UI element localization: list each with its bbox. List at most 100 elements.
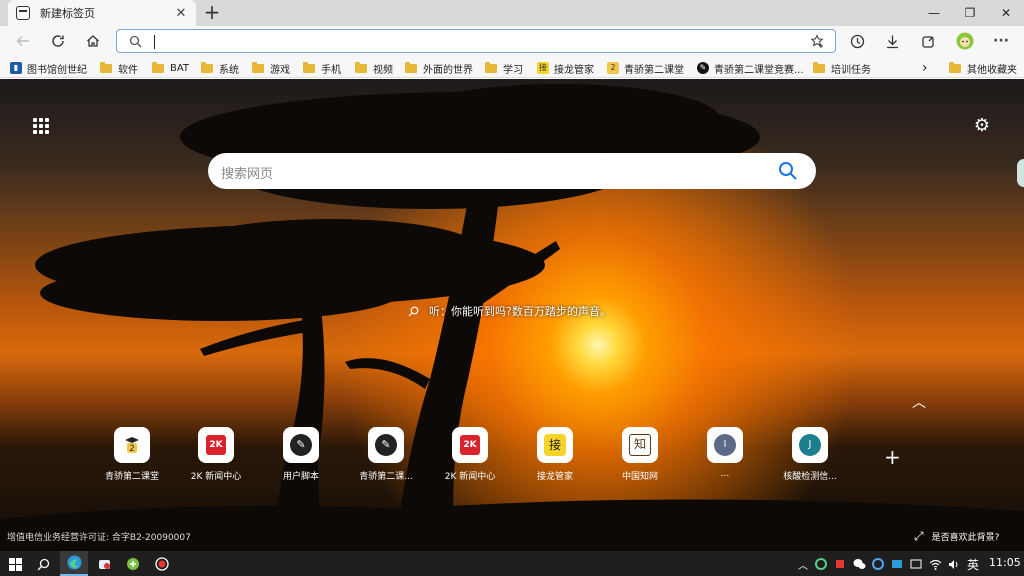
tray-app-icon[interactable] <box>868 554 888 574</box>
tray-app-icon[interactable] <box>811 554 831 574</box>
settings-gear-icon[interactable]: ⚙ <box>972 116 992 136</box>
profile-avatar-icon[interactable] <box>955 31 975 51</box>
new-tab-page-icon <box>16 6 30 20</box>
quick-link-tile[interactable]: 2K 2K 新闻中心 <box>180 427 252 482</box>
windows-taskbar: ︿ 英 11:05 <box>0 551 1024 576</box>
letter-j-icon: J <box>792 427 828 463</box>
bookmark-folder[interactable]: 学习 <box>485 60 523 76</box>
bookmark-item[interactable]: 2 青骄第二课堂 <box>607 60 684 76</box>
tray-app-icon[interactable] <box>887 554 907 574</box>
bookmark-folder[interactable]: BAT <box>152 60 189 76</box>
search-icon <box>129 35 142 48</box>
folder-icon <box>813 61 825 73</box>
new-tab-page-background: ⚙ 搜索网页 听：你能听到吗?数百万踏步的声音。 ︿ 2 青骄第二课堂 2K 2… <box>0 79 1024 551</box>
quick-link-tile[interactable]: 接 接龙管家 <box>519 427 591 482</box>
tab-title: 新建标签页 <box>40 7 95 20</box>
bookmark-label: 接龙管家 <box>554 64 594 76</box>
more-menu-icon[interactable]: ··· <box>991 31 1011 51</box>
bookmark-folder[interactable]: 手机 <box>303 60 341 76</box>
recorder-taskbar-icon[interactable] <box>152 554 172 574</box>
bookmarks-overflow-chevron-icon[interactable]: › <box>922 60 928 76</box>
folder-icon <box>485 61 497 73</box>
tab-close-icon[interactable]: ✕ <box>174 6 188 21</box>
add-shortcut-button[interactable]: + <box>884 445 901 469</box>
like-background-button[interactable]: ⤢ 是否喜欢此背景? <box>914 529 999 544</box>
text-caret <box>154 35 155 49</box>
download-icon[interactable] <box>882 31 902 51</box>
quick-link-tile[interactable]: ✎ 青骄第二课... <box>350 427 422 482</box>
search-icon[interactable] <box>778 161 798 181</box>
history-icon[interactable] <box>847 31 867 51</box>
script-icon: ✎ <box>697 62 709 74</box>
quick-link-tile[interactable]: 2 青骄第二课堂 <box>96 427 168 482</box>
bookmark-label: 手机 <box>321 64 341 76</box>
tab-new-tab[interactable]: 新建标签页 ✕ <box>8 0 196 26</box>
svg-text:2: 2 <box>129 444 135 454</box>
address-input[interactable] <box>153 32 793 50</box>
folder-icon <box>100 61 112 73</box>
back-icon[interactable] <box>13 31 33 51</box>
tray-app-icon[interactable] <box>830 554 850 574</box>
bookmark-label: 学习 <box>503 64 523 76</box>
background-caption[interactable]: 听：你能听到吗?数百万踏步的声音。 <box>408 303 611 319</box>
folder-icon <box>303 61 315 73</box>
minimize-button[interactable]: — <box>916 0 952 26</box>
bookmark-item[interactable]: ✎ 青骄第二课堂竞赛... <box>697 60 804 76</box>
qingjiao-icon: 2 <box>114 427 150 463</box>
quick-link-tile[interactable]: J 核酸检测信... <box>774 427 846 482</box>
other-bookmarks-folder[interactable]: 其他收藏夹 <box>949 60 1017 76</box>
new-tab-button[interactable]: + <box>202 2 222 22</box>
extensions-icon[interactable] <box>918 31 938 51</box>
bookmark-label: 系统 <box>219 64 239 76</box>
2k-icon: 2K <box>452 427 488 463</box>
volume-icon[interactable] <box>944 554 964 574</box>
expand-icon: ⤢ <box>914 529 924 543</box>
bookmark-item[interactable]: 接 接龙管家 <box>537 60 594 76</box>
address-bar[interactable] <box>116 29 836 53</box>
wifi-icon[interactable] <box>925 554 945 574</box>
bookmark-label: 外面的世界 <box>423 64 473 76</box>
bookmark-folder[interactable]: 软件 <box>100 60 138 76</box>
letter-i-icon: I <box>707 427 743 463</box>
web-search-placeholder: 搜索网页 <box>221 167 274 182</box>
bookmark-folder[interactable]: 视频 <box>355 60 393 76</box>
bookmark-folder[interactable]: 游戏 <box>252 60 290 76</box>
home-icon[interactable] <box>83 31 103 51</box>
license-text[interactable]: 增值电信业务经营许可证: 合字B2-20090007 <box>7 530 191 543</box>
taskbar-search-icon[interactable] <box>33 554 53 574</box>
bookmark-label: 其他收藏夹 <box>967 64 1017 76</box>
quick-link-tile[interactable]: 2K 2K 新闻中心 <box>434 427 506 482</box>
bookmark-folder[interactable]: 外面的世界 <box>405 60 473 76</box>
add-favorite-icon[interactable] <box>810 34 825 49</box>
apps-grid-icon[interactable] <box>33 118 49 134</box>
bookmark-label: 软件 <box>118 64 138 76</box>
bookmark-folder[interactable]: 系统 <box>201 60 239 76</box>
tile-label: 2K 新闻中心 <box>444 472 496 482</box>
quick-link-tile[interactable]: ✎ 用户脚本 <box>265 427 337 482</box>
windows-start-icon[interactable] <box>5 554 25 574</box>
quick-link-tile[interactable]: I ... <box>689 427 761 479</box>
sidebar-handle[interactable] <box>1017 159 1024 187</box>
close-window-button[interactable]: ✕ <box>988 0 1024 26</box>
edge-taskbar-icon[interactable] <box>60 551 88 576</box>
chevron-up-icon[interactable]: ︿ <box>912 392 926 412</box>
app-taskbar-icon[interactable] <box>94 554 114 574</box>
refresh-icon[interactable] <box>48 31 68 51</box>
jielong-icon: 接 <box>537 427 573 463</box>
library-icon: ▮ <box>10 62 22 74</box>
clock[interactable]: 11:05 <box>989 556 1021 569</box>
tile-label: 青骄第二课... <box>359 472 413 482</box>
bookmark-label: 图书馆创世纪 <box>27 64 87 76</box>
bookmark-item[interactable]: ▮ 图书馆创世纪 <box>10 60 87 76</box>
bookmark-folder[interactable]: 培训任务 <box>813 60 871 76</box>
app-taskbar-icon[interactable] <box>123 554 143 574</box>
search-icon <box>408 306 419 316</box>
maximize-button[interactable]: ❐ <box>952 0 988 26</box>
web-search-box[interactable]: 搜索网页 <box>208 153 816 189</box>
wechat-tray-icon[interactable] <box>849 554 869 574</box>
quick-link-tile[interactable]: 知 中国知网 <box>604 427 676 482</box>
tray-chevron-up-icon[interactable]: ︿ <box>793 554 813 574</box>
ime-indicator[interactable]: 英 <box>967 556 979 573</box>
tile-label: 青骄第二课堂 <box>104 472 159 482</box>
tray-app-icon[interactable] <box>906 554 926 574</box>
